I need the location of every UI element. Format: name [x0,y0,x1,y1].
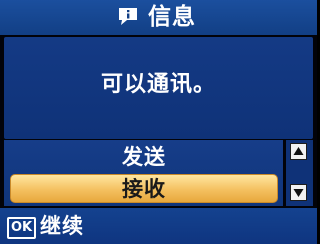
status-message: 可以通讯。 [100,72,216,97]
options-list: 发送 接收 [4,140,283,206]
screen-title: 信息 [148,4,196,30]
message-info-icon [117,6,139,26]
scrollbar[interactable] [286,140,313,206]
title-bar: 信息 [0,0,317,35]
continue-label: 继续 [40,214,84,238]
option-send[interactable]: 发送 [10,143,278,172]
footer-bar: OK 继续 [0,208,317,244]
message-panel: 可以通讯。 [4,37,313,139]
printer-lcd-screen: 信息 可以通讯。 发送 接收 OK 继续 [0,0,317,244]
scroll-down-button[interactable] [290,184,307,201]
arrow-down-icon [291,185,306,200]
option-receive[interactable]: 接收 [10,174,278,203]
scroll-up-button[interactable] [290,143,307,160]
arrow-up-icon [291,144,306,159]
ok-key-badge: OK [7,217,37,239]
